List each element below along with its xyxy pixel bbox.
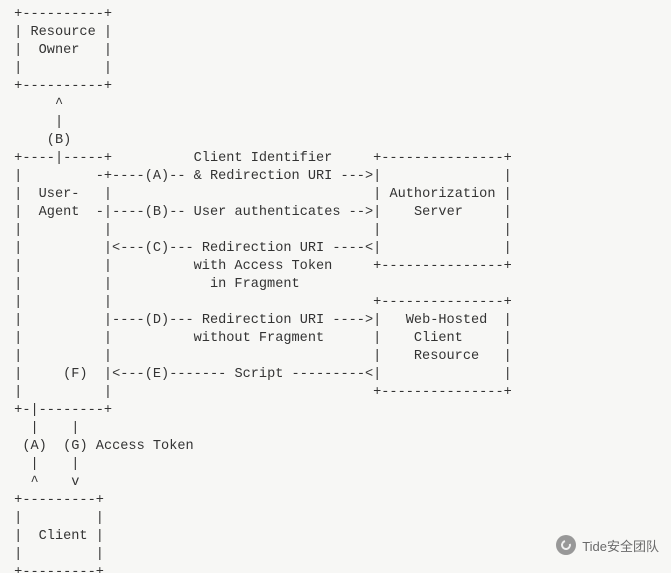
flow-A-down-tag: (A): [22, 439, 46, 454]
flow-E-text: Script ---------<: [234, 367, 373, 382]
flow-C-text: Redirection URI ----<: [202, 241, 373, 256]
flow-E-tag: (E): [145, 367, 169, 382]
user-agent-label-2: Agent: [39, 205, 80, 220]
flow-B-auth-tag: (B): [145, 205, 169, 220]
flow-G-text: Access Token: [96, 439, 194, 454]
flow-D-text: Redirection URI ---->: [202, 313, 373, 328]
authz-server-label-1: Authorization: [389, 187, 495, 202]
flow-G-tag: (G): [63, 439, 87, 454]
flow-A-tag: (A): [145, 169, 169, 184]
resource-owner-label-2: Owner: [39, 43, 80, 58]
watermark: Tide安全团队: [556, 535, 659, 555]
flow-A-text: & Redirection URI --->: [194, 169, 373, 184]
flow-B-auth-text: User authenticates -->: [194, 205, 373, 220]
flow-C-sub2: in Fragment: [210, 277, 300, 292]
flow-D-tag: (D): [145, 313, 169, 328]
webres-label-1: Web-Hosted: [406, 313, 488, 328]
client-label-1: Client: [39, 529, 88, 544]
flow-C-tag: (C): [145, 241, 169, 256]
resource-owner-label-1: Resource: [30, 25, 95, 40]
client-identifier-header: Client Identifier: [194, 151, 333, 166]
flow-F-tag: (F): [63, 367, 87, 382]
webres-label-3: Resource: [414, 349, 479, 364]
oauth2-implicit-flow-diagram: +----------+ | Resource | | Owner | | | …: [0, 0, 671, 573]
authz-server-label-2: Server: [414, 205, 463, 220]
webres-label-2: Client: [414, 331, 463, 346]
flow-D-sub1: without Fragment: [194, 331, 325, 346]
flow-C-sub1: with Access Token: [194, 259, 333, 274]
wechat-icon: [556, 535, 576, 555]
user-agent-label-1: User-: [39, 187, 80, 202]
watermark-label: Tide安全团队: [582, 536, 659, 555]
flow-B-up-tag: (B): [47, 133, 71, 148]
